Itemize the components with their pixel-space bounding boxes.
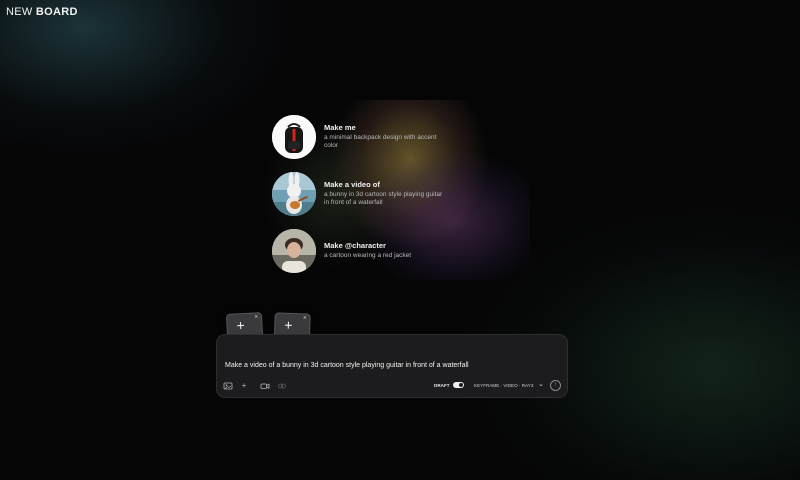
prompt-composer: Make a video of a bunny in 3d cartoon st…	[216, 334, 568, 398]
loop-icon[interactable]	[277, 381, 287, 391]
send-button[interactable]: ↑	[550, 380, 561, 391]
suggestion-backpack[interactable]: Make me a minimal backpack design with a…	[272, 113, 444, 160]
plus-icon: +	[284, 316, 293, 334]
bunny-thumbnail	[272, 171, 316, 216]
close-icon[interactable]: ×	[254, 314, 258, 320]
board-title-bold: BOARD	[35, 6, 78, 18]
backpack-thumbnail	[272, 114, 316, 159]
toggle-knob	[459, 383, 463, 387]
composer-toolbar: + DRAFT KEYFRAME · VIDEO · RAY3 ⌄ ↑	[217, 379, 567, 393]
prompt-input[interactable]: Make a video of a bunny in 3d cartoon st…	[225, 362, 469, 369]
plus-icon: +	[236, 317, 246, 334]
suggestion-list: Make me a minimal backpack design with a…	[272, 113, 444, 284]
add-icon[interactable]: +	[239, 381, 249, 391]
suggestion-title: Make me	[324, 123, 356, 132]
suggestion-bunny-video[interactable]: Make a video of a bunny in 3d cartoon st…	[272, 170, 444, 217]
draft-label: DRAFT	[434, 383, 450, 388]
mode-selector[interactable]: KEYFRAME · VIDEO · RAY3	[474, 383, 533, 388]
suggestion-character[interactable]: Make @character a cartoon wearing a red …	[272, 227, 444, 274]
portrait-thumbnail	[272, 228, 316, 273]
suggestion-subtitle: a minimal backpack design with accent co…	[324, 134, 437, 149]
suggestion-subtitle: a cartoon wearing a red jacket	[324, 252, 412, 259]
close-icon[interactable]: ×	[303, 315, 307, 321]
chevron-down-icon[interactable]: ⌄	[538, 380, 544, 388]
board-title-light: NEW	[6, 6, 36, 18]
suggestion-subtitle: a bunny in 3d cartoon style playing guit…	[324, 191, 443, 206]
video-icon[interactable]	[260, 381, 270, 391]
suggestion-title: Make a video of	[324, 180, 380, 189]
suggestion-title: Make @character	[324, 241, 386, 250]
board-title[interactable]: NEW BOARD	[6, 6, 78, 18]
draft-toggle[interactable]	[453, 382, 464, 388]
image-icon[interactable]	[223, 381, 233, 391]
